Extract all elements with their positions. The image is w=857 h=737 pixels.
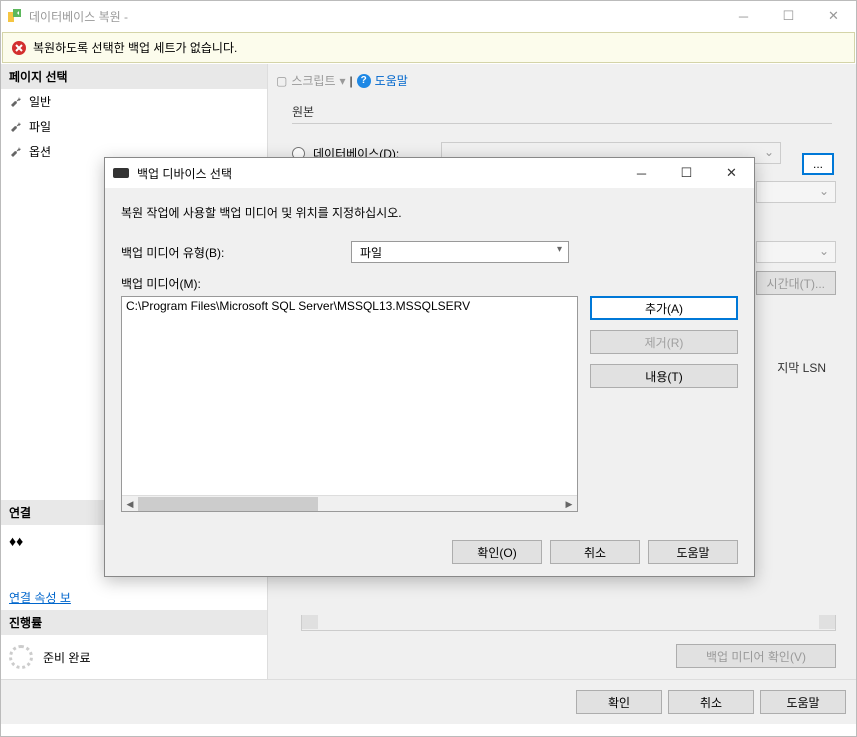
media-type-label: 백업 미디어 유형(B):: [121, 244, 351, 261]
modal-maximize-button[interactable]: ☐: [664, 158, 709, 188]
remove-button[interactable]: 제거(R): [590, 330, 738, 354]
modal-help-button[interactable]: 도움말: [648, 540, 738, 564]
maximize-button[interactable]: ☐: [766, 1, 811, 31]
media-action-buttons: 추가(A) 제거(R) 내용(T): [590, 296, 738, 512]
panel-toolbar: ▢ 스크립트 ▾ | ? 도움말: [272, 68, 852, 93]
modal-description: 복원 작업에 사용할 백업 미디어 및 위치를 지정하십시오.: [121, 204, 738, 221]
source-label: 원본: [292, 105, 314, 119]
device-icon: [113, 168, 129, 178]
sidebar-label: 파일: [29, 118, 51, 135]
media-listbox[interactable]: C:\Program Files\Microsoft SQL Server\MS…: [121, 296, 578, 512]
warning-banner: 복원하도록 선택한 백업 세트가 없습니다.: [2, 32, 855, 63]
main-ok-button[interactable]: 확인: [576, 690, 662, 714]
wrench-icon: [9, 120, 23, 134]
main-titlebar: 데이터베이스 복원 - ─ ☐ ✕: [1, 1, 856, 31]
media-type-select[interactable]: 파일: [351, 241, 569, 263]
modal-close-button[interactable]: ✕: [709, 158, 754, 188]
modal-minimize-button[interactable]: ─: [619, 158, 664, 188]
media-path-item[interactable]: C:\Program Files\Microsoft SQL Server\MS…: [122, 297, 577, 495]
help-icon: ?: [357, 74, 371, 88]
progress-header: 진행률: [1, 610, 267, 635]
sidebar-label: 옵션: [29, 143, 51, 160]
sidebar-item-general[interactable]: 일반: [1, 89, 267, 114]
server-icon: ♦♦: [9, 533, 23, 549]
scroll-thumb[interactable]: [138, 497, 318, 511]
verify-media-button[interactable]: 백업 미디어 확인(V): [676, 644, 836, 668]
device-db-combo[interactable]: [756, 181, 836, 203]
page-select-header: 페이지 선택: [1, 64, 267, 89]
timeline-button[interactable]: 시간대(T)...: [756, 271, 836, 295]
help-button[interactable]: ? 도움말: [357, 72, 408, 89]
dropdown-icon: ▾: [340, 74, 346, 88]
modal-controls: ─ ☐ ✕: [619, 158, 754, 188]
wrench-icon: [9, 145, 23, 159]
script-icon: ▢: [276, 74, 287, 88]
modal-footer: 확인(O) 취소 도움말: [105, 528, 754, 576]
media-type-row: 백업 미디어 유형(B): 파일: [121, 241, 738, 263]
modal-titlebar: 백업 디바이스 선택 ─ ☐ ✕: [105, 158, 754, 188]
grid-horizontal-scrollbar[interactable]: [301, 615, 836, 631]
modal-cancel-button[interactable]: 취소: [550, 540, 640, 564]
connection-properties-link[interactable]: 연결 속성 보: [1, 585, 267, 610]
sidebar-item-files[interactable]: 파일: [1, 114, 267, 139]
media-row: C:\Program Files\Microsoft SQL Server\MS…: [121, 296, 738, 512]
modal-ok-button[interactable]: 확인(O): [452, 540, 542, 564]
main-footer-buttons: 확인 취소 도움말: [1, 679, 856, 724]
scroll-right-icon[interactable]: ▶: [561, 496, 577, 512]
modal-title: 백업 디바이스 선택: [137, 165, 619, 182]
sidebar-label: 일반: [29, 93, 51, 110]
progress-status: 준비 완료: [43, 649, 91, 666]
contents-button[interactable]: 내용(T): [590, 364, 738, 388]
app-icon: [7, 8, 23, 24]
destination-combo[interactable]: [756, 241, 836, 263]
main-title: 데이터베이스 복원 -: [29, 8, 721, 25]
main-cancel-button[interactable]: 취소: [668, 690, 754, 714]
listbox-scrollbar[interactable]: ◀ ▶: [122, 495, 577, 511]
browse-device-button[interactable]: ...: [802, 153, 834, 175]
warning-text: 복원하도록 선택한 백업 세트가 없습니다.: [33, 39, 237, 56]
modal-body: 복원 작업에 사용할 백업 미디어 및 위치를 지정하십시오. 백업 미디어 유…: [105, 188, 754, 528]
progress-spinner-icon: [9, 645, 33, 669]
add-button[interactable]: 추가(A): [590, 296, 738, 320]
script-button[interactable]: ▢ 스크립트 ▾: [276, 72, 346, 89]
scroll-left-icon[interactable]: ◀: [122, 496, 138, 512]
source-group: 원본: [292, 103, 832, 124]
media-label: 백업 미디어(M):: [121, 275, 738, 292]
error-icon: [11, 40, 27, 56]
main-window-controls: ─ ☐ ✕: [721, 1, 856, 31]
main-help-button[interactable]: 도움말: [760, 690, 846, 714]
wrench-icon: [9, 95, 23, 109]
close-button[interactable]: ✕: [811, 1, 856, 31]
minimize-button[interactable]: ─: [721, 1, 766, 31]
progress-content: 준비 완료: [1, 635, 267, 679]
lsn-column-label: 지막 LSN: [777, 359, 826, 376]
backup-device-dialog: 백업 디바이스 선택 ─ ☐ ✕ 복원 작업에 사용할 백업 미디어 및 위치를…: [104, 157, 755, 577]
